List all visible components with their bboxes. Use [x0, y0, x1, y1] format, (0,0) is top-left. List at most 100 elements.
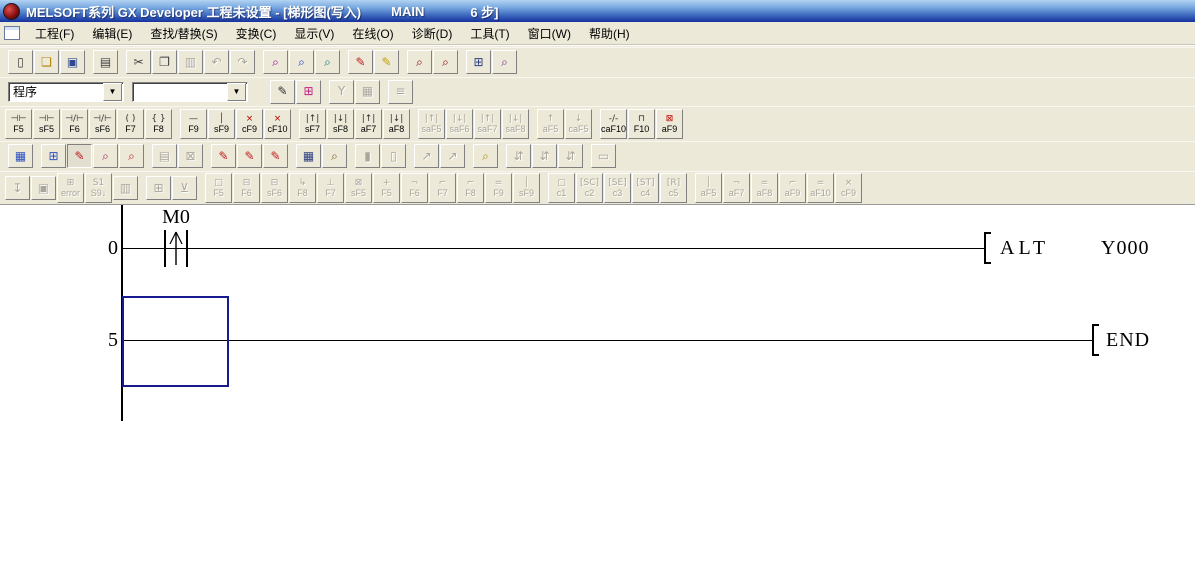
menu-help[interactable]: 帮助(H) — [580, 22, 639, 45]
menu-project[interactable]: 工程(F) — [26, 22, 83, 45]
cut-button[interactable]: ✂ — [126, 50, 151, 74]
rising-pulse-button[interactable]: |↑|sF7 — [299, 109, 326, 139]
closed-contact-button[interactable]: ⊣/⊢F6 — [61, 109, 88, 139]
delete-vertical-line-button-icon: × — [274, 114, 282, 125]
function-key-label: caF10 — [601, 125, 626, 134]
function-key-label: saF8 — [505, 125, 525, 134]
application-instruction-button[interactable]: { }F8 — [145, 109, 172, 139]
note-button-icon: ✎ — [270, 150, 280, 163]
parallel-open-contact-button-icon: ⊣⊢ — [39, 114, 55, 125]
write-mode-button[interactable]: ✎ — [67, 144, 92, 168]
device-test-button-icon: Y — [338, 85, 345, 98]
function-key-label: saF7 — [477, 125, 497, 134]
function-key-label: sF7 — [305, 125, 320, 134]
chevron-down-icon[interactable]: ▼ — [227, 83, 246, 101]
function-key-label: sF6 — [95, 125, 110, 134]
data-type-combobox[interactable]: 程序 ▼ — [8, 82, 124, 102]
save-project-button[interactable]: ▣ — [60, 50, 85, 74]
monitor-mode-button[interactable]: ⌕ — [93, 144, 118, 168]
coil-button[interactable]: ( )F7 — [117, 109, 144, 139]
horizontal-line-button[interactable]: —F9 — [180, 109, 207, 139]
save-project-button-icon: ▣ — [67, 56, 78, 69]
ladder-edit-button[interactable]: ✎ — [270, 80, 295, 104]
data-name-combobox[interactable]: ▼ — [132, 82, 248, 102]
find-instruction-button[interactable]: ⌕ — [315, 50, 340, 74]
function-key-label: F5 — [213, 189, 224, 198]
sfc-se-button: [SE]c3 — [604, 173, 631, 203]
ladder-editor[interactable]: 0 M0 ALT Y000 5 END — [0, 204, 1195, 420]
open-project-button[interactable]: ❏ — [34, 50, 59, 74]
function-key-label: c5 — [669, 189, 679, 198]
child-window-icon[interactable] — [4, 26, 20, 40]
zoom-in-button-icon: ⌕ — [442, 56, 449, 69]
statement-button[interactable]: ✎ — [237, 144, 262, 168]
delete-horizontal-line-button-icon: × — [246, 114, 254, 125]
open-contact-button[interactable]: ⊣⊢F5 — [5, 109, 32, 139]
monitor-window-button-icon: ▭ — [598, 150, 609, 163]
falling-edge-button: ↓caF5 — [565, 109, 592, 139]
step-number-0: 0 — [78, 237, 118, 260]
delete-horizontal-line-button[interactable]: ×cF9 — [236, 109, 263, 139]
find-device-button[interactable]: ⌕ — [289, 50, 314, 74]
redo-button-icon: ↷ — [237, 56, 247, 69]
project-tree-button[interactable]: ⊞ — [296, 80, 321, 104]
delete-vertical-line-button[interactable]: ×cF10 — [264, 109, 291, 139]
closed-contact-button-icon: ⊣/⊢ — [65, 114, 84, 125]
function-key-label: aF5 — [701, 189, 717, 198]
online-read-button-icon: ▤ — [159, 150, 170, 163]
read-mode-button[interactable]: ⊞ — [41, 144, 66, 168]
parallel-open-contact-button[interactable]: ⊣⊢sF5 — [33, 109, 60, 139]
monitor-write-mode-button[interactable]: ⌕ — [119, 144, 144, 168]
new-project-button[interactable]: ▯ — [8, 50, 33, 74]
device-memory-button[interactable]: ▦ — [296, 144, 321, 168]
menu-window[interactable]: 窗口(W) — [519, 22, 580, 45]
parallel-closed-contact-button[interactable]: ⊣/⊢sF6 — [89, 109, 116, 139]
sfc-st-button: [ST]c4 — [632, 173, 659, 203]
toolbar-separator — [292, 112, 299, 136]
statement-edit-button[interactable]: ✎ — [374, 50, 399, 74]
function-key-label: cF9 — [242, 125, 257, 134]
invert-result-button[interactable]: -/-caF10 — [600, 109, 627, 139]
paste-button-icon: ▥ — [185, 56, 196, 69]
parallel-rising-pulse-close-button-icon: |↑| — [481, 114, 495, 125]
menu-diagnostics[interactable]: 诊断(D) — [403, 22, 462, 45]
menu-online[interactable]: 在线(O) — [343, 22, 402, 45]
chevron-down-icon[interactable]: ▼ — [103, 83, 122, 101]
falling-pulse-button[interactable]: |↓|sF8 — [327, 109, 354, 139]
menu-view[interactable]: 显示(V) — [285, 22, 343, 45]
print-button[interactable]: ▤ — [93, 50, 118, 74]
zoom-in-button[interactable]: ⌕ — [433, 50, 458, 74]
sfc-line-delete-button: ×cF9 — [835, 173, 862, 203]
window-switch-button[interactable]: ⊞ — [466, 50, 491, 74]
vertical-line-button[interactable]: │sF9 — [208, 109, 235, 139]
clock-search-button[interactable]: ⌕ — [322, 144, 347, 168]
find-contact-coil-button[interactable]: ⌕ — [263, 50, 288, 74]
sfc-rule-write-button: ▢c1 — [548, 173, 575, 203]
menu-tools[interactable]: 工具(T) — [461, 22, 518, 45]
paste-button: ▥ — [178, 50, 203, 74]
device-comment-button[interactable]: ✎ — [211, 144, 236, 168]
device-test-button: Y — [329, 80, 354, 104]
menu-convert[interactable]: 变换(C) — [227, 22, 286, 45]
falling-pulse-button-icon: |↓| — [334, 114, 348, 125]
contact-device-label: M0 — [145, 206, 207, 229]
parallel-rising-pulse-button[interactable]: |↑|aF7 — [355, 109, 382, 139]
toolbar-separator — [86, 50, 93, 74]
comment-search-button[interactable]: ⌕ — [492, 50, 517, 74]
rising-edge-arrow-icon — [166, 229, 186, 267]
project-data-list-button[interactable]: ▦ — [8, 144, 33, 168]
gx-developer-window: MELSOFT系列 GX Developer 工程未设置 - [梯形图(写入) … — [0, 0, 1195, 563]
menu-find-replace[interactable]: 查找/替换(S) — [141, 22, 226, 45]
ladder-cursor-selection[interactable] — [122, 296, 229, 387]
line-write-button[interactable]: ⊓F10 — [628, 109, 655, 139]
zoom-out-button[interactable]: ⌕ — [407, 50, 432, 74]
note-button[interactable]: ✎ — [263, 144, 288, 168]
line-delete-button[interactable]: ⊠aF9 — [656, 109, 683, 139]
function-key-label: aF9 — [662, 125, 678, 134]
copy-button[interactable]: ❐ — [152, 50, 177, 74]
line-delete-button-icon: ⊠ — [666, 114, 674, 125]
menu-edit[interactable]: 编辑(E) — [83, 22, 141, 45]
device-comment-edit-button[interactable]: ✎ — [348, 50, 373, 74]
parallel-falling-pulse-button[interactable]: |↓|aF8 — [383, 109, 410, 139]
comment-display-button[interactable]: ⌕ — [473, 144, 498, 168]
